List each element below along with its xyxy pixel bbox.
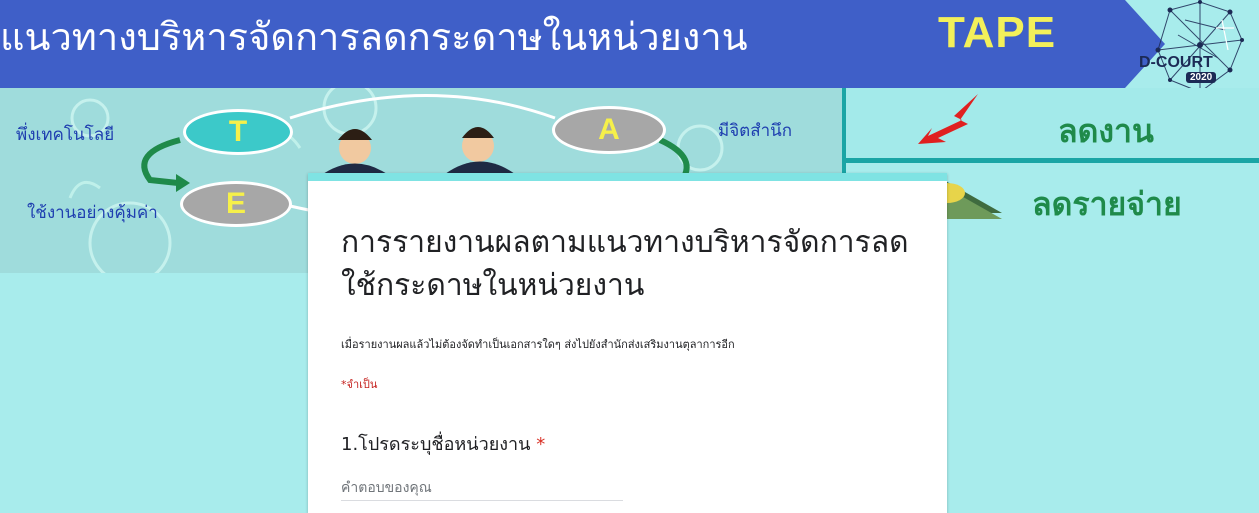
required-note: *จำเป็น — [341, 378, 378, 391]
ellipse-t: T — [183, 109, 293, 155]
required-asterisk: * — [536, 434, 546, 455]
question-1-answer-input[interactable] — [341, 478, 623, 501]
form-title: การรายงานผลตามแนวทางบริหารจัดการลดใช้กระ… — [341, 225, 909, 303]
label-technology: พึ่งเทคโนโลยี — [16, 125, 115, 145]
form-header-card: การรายงานผลตามแนวทางบริหารจัดการลดใช้กระ… — [308, 173, 947, 513]
banner-title: แนวทางบริหารจัดการลดกระดาษในหน่วยงาน — [0, 15, 748, 59]
red-arrow-icon — [918, 94, 978, 144]
reduce-work-label: ลดงาน — [1058, 112, 1154, 150]
banner-tape-word: TAPE — [938, 8, 1057, 57]
reduce-work-box: ลดงาน — [842, 88, 1259, 163]
label-awareness: มีจิตสำนึก — [718, 121, 793, 141]
ellipse-a: A — [552, 106, 666, 154]
reduce-cost-label: ลดรายจ่าย — [1032, 185, 1182, 223]
question-1-label: 1.โปรดระบุชื่อหน่วยงาน * — [341, 429, 545, 458]
logo-year: 2020 — [1186, 72, 1217, 83]
question-1-text: 1.โปรดระบุชื่อหน่วยงาน — [341, 434, 531, 455]
label-efficient: ใช้งานอย่างคุ้มค่า — [27, 203, 158, 223]
ellipse-e: E — [180, 181, 292, 227]
form-description: เมื่อรายงานผลแล้วไม่ต้องจัดทำเป็นเอกสารใ… — [341, 338, 735, 351]
logo-text: D-COURT — [1139, 54, 1213, 71]
